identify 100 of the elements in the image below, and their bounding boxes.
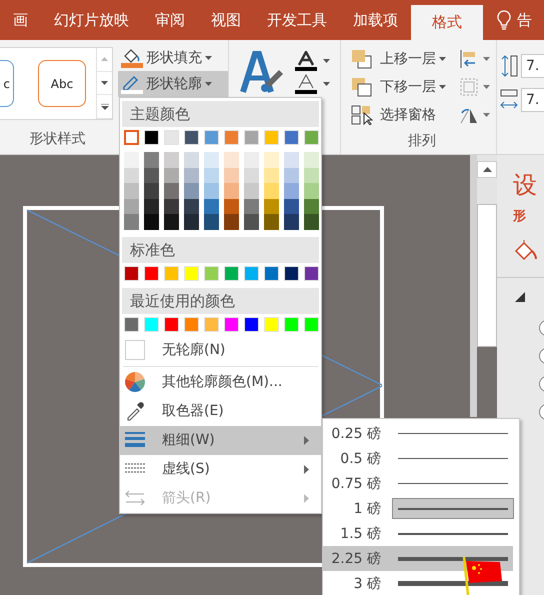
shape-fill-button[interactable]: 形状填充 — [118, 46, 228, 70]
color-swatch[interactable] — [244, 198, 259, 214]
color-swatch[interactable] — [244, 214, 259, 230]
text-outline-button[interactable] — [295, 74, 330, 94]
color-swatch[interactable] — [164, 183, 179, 199]
color-swatch[interactable] — [124, 152, 139, 168]
color-swatch[interactable] — [284, 183, 299, 199]
color-swatch[interactable] — [124, 214, 139, 230]
section-header: 标准色 — [122, 236, 319, 263]
menu-item[interactable]: 其他轮廓颜色(M)... — [120, 368, 321, 397]
text-outline-icon — [295, 74, 317, 94]
group-icon — [459, 77, 479, 97]
color-swatch[interactable] — [284, 152, 299, 168]
color-swatch[interactable] — [264, 152, 279, 168]
line-weight-option[interactable]: 0.25 磅 — [323, 421, 513, 446]
color-swatch[interactable] — [204, 214, 219, 230]
color-swatch[interactable] — [164, 214, 179, 230]
color-swatch[interactable] — [164, 152, 179, 168]
ribbon-tab[interactable]: 视图 — [198, 0, 254, 40]
caret-icon — [439, 85, 446, 89]
pane-subtitle[interactable]: 形 — [513, 207, 544, 225]
line-weight-option[interactable]: 3 磅 — [323, 571, 513, 595]
color-swatch[interactable] — [124, 198, 139, 214]
color-swatch[interactable] — [184, 168, 199, 184]
ribbon-tab[interactable]: 开发工具 — [254, 0, 340, 40]
tell-me-text[interactable]: 告 — [517, 10, 532, 30]
color-swatch[interactable] — [144, 152, 159, 168]
color-swatch[interactable] — [304, 214, 319, 230]
color-swatch[interactable] — [124, 130, 139, 145]
scrollbar[interactable] — [477, 155, 497, 347]
menu-item[interactable]: 粗细(W) — [120, 426, 321, 455]
color-swatch[interactable] — [304, 198, 319, 214]
color-swatch[interactable] — [184, 152, 199, 168]
send-backward-icon — [351, 77, 373, 97]
menu-item[interactable]: 虚线(S) — [120, 454, 321, 484]
color-swatch[interactable] — [244, 152, 259, 168]
color-swatch[interactable] — [144, 214, 159, 230]
color-swatch[interactable] — [304, 152, 319, 168]
submenu-arrow-icon — [304, 464, 309, 474]
line-weight-option[interactable]: 0.75 磅 — [323, 471, 513, 496]
up-arrow-icon — [101, 57, 108, 62]
color-swatch[interactable] — [224, 152, 239, 168]
color-swatch[interactable] — [264, 168, 279, 184]
line-weight-option[interactable]: 1 磅 — [323, 496, 513, 521]
scroll-thumb[interactable] — [477, 204, 497, 347]
line-weight-option[interactable]: 2.25 磅 — [323, 546, 513, 571]
color-swatch[interactable] — [184, 198, 199, 214]
ribbon-tab[interactable]: 幻灯片放映 — [41, 0, 142, 40]
color-swatch[interactable] — [144, 198, 159, 214]
color-swatch[interactable] — [204, 168, 219, 184]
color-swatch[interactable] — [204, 183, 219, 199]
color-swatch[interactable] — [304, 183, 319, 199]
color-swatch[interactable] — [264, 214, 279, 230]
empty-square-icon — [125, 340, 145, 360]
ribbon-tab[interactable]: 画 — [0, 0, 41, 40]
shape-outline-button[interactable]: 形状轮廓 — [118, 71, 228, 97]
pane-title: 设 — [513, 171, 538, 199]
ribbon-tab[interactable]: 格式 — [411, 5, 483, 40]
size-input[interactable]: 7. — [521, 88, 544, 112]
color-swatch[interactable] — [244, 183, 259, 199]
color-swatch[interactable] — [264, 198, 279, 214]
scroll-up-button[interactable] — [477, 161, 497, 178]
color-swatch[interactable] — [224, 183, 239, 199]
color-swatch[interactable] — [304, 168, 319, 184]
color-swatch[interactable] — [124, 168, 139, 184]
menu-item[interactable]: 取色器(E) — [120, 396, 321, 426]
arrange-button[interactable]: 选择窗格 — [348, 103, 449, 127]
weight-label: 0.25 磅 — [330, 424, 381, 442]
color-swatch[interactable] — [144, 168, 159, 184]
color-swatch[interactable] — [144, 183, 159, 199]
color-swatch[interactable] — [264, 183, 279, 199]
text-fill-button[interactable] — [295, 50, 330, 71]
color-swatch[interactable] — [164, 198, 179, 214]
color-swatch[interactable] — [284, 214, 299, 230]
ribbon-tab[interactable]: 加载项 — [340, 0, 411, 40]
color-swatch[interactable] — [224, 214, 239, 230]
color-swatch[interactable] — [184, 183, 199, 199]
size-input[interactable]: 7. — [521, 54, 544, 78]
ribbon-tab[interactable]: 审阅 — [142, 0, 198, 40]
menu-item[interactable]: 无轮廓(N) — [120, 336, 321, 365]
line-weight-option[interactable]: 1.5 磅 — [323, 521, 513, 546]
color-swatch[interactable] — [204, 198, 219, 214]
style-sample[interactable]: c — [0, 60, 14, 107]
color-swatch[interactable] — [204, 152, 219, 168]
selection-pane-icon — [351, 105, 373, 125]
arrange-button[interactable]: 上移一层 — [348, 47, 449, 71]
line-weight-icon — [125, 432, 145, 448]
color-swatch[interactable] — [284, 168, 299, 184]
color-swatch[interactable] — [184, 214, 199, 230]
eyedropper-icon — [125, 401, 145, 422]
color-swatch[interactable] — [284, 198, 299, 214]
style-sample[interactable]: Abc — [38, 60, 86, 107]
color-swatch[interactable] — [224, 198, 239, 214]
color-swatch[interactable] — [244, 168, 259, 184]
color-swatch[interactable] — [224, 168, 239, 184]
arrows-icon — [125, 490, 145, 506]
arrange-button[interactable]: 下移一层 — [348, 75, 449, 99]
color-swatch[interactable] — [124, 183, 139, 199]
line-weight-option[interactable]: 0.5 磅 — [323, 446, 513, 471]
color-swatch[interactable] — [164, 168, 179, 184]
